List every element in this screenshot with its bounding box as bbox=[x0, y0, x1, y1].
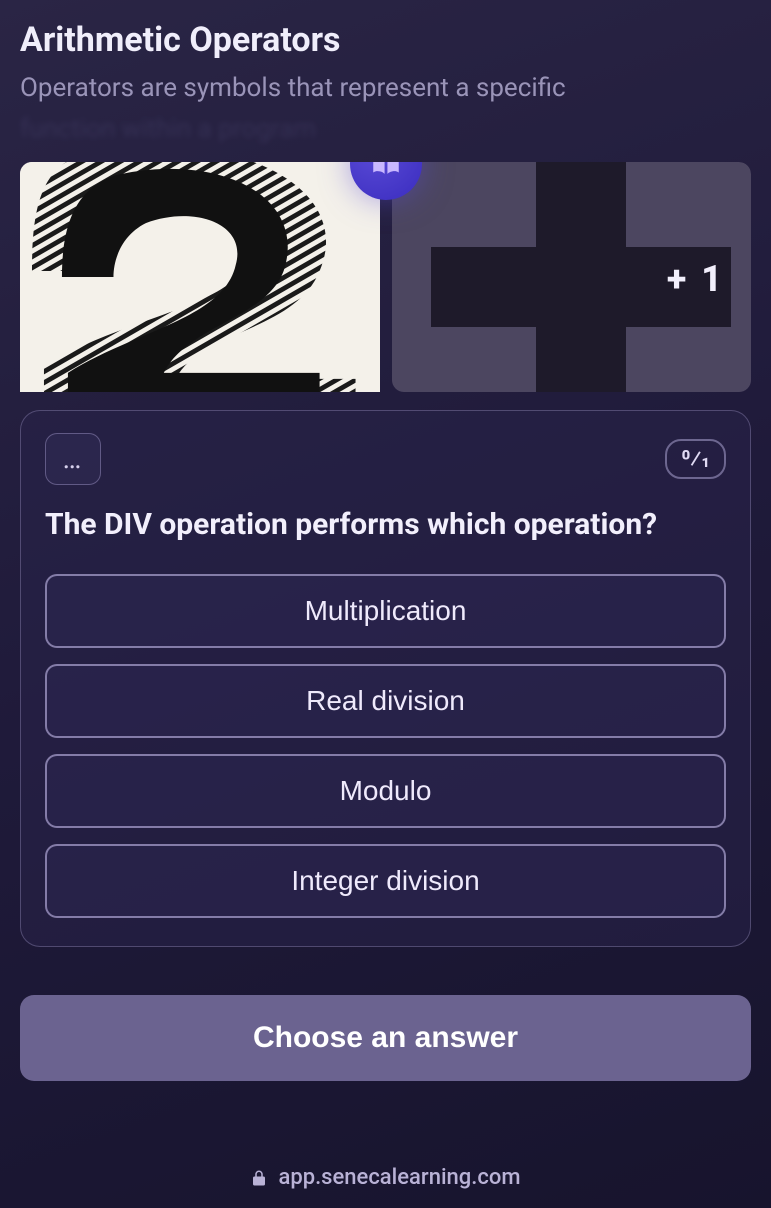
lesson-title: Arithmetic Operators bbox=[20, 20, 751, 60]
question-text: The DIV operation performs which operati… bbox=[45, 505, 726, 546]
plus-icon bbox=[441, 167, 701, 387]
answer-option[interactable]: Real division bbox=[45, 664, 726, 738]
lesson-subtitle: Operators are symbols that represent a s… bbox=[20, 70, 751, 106]
answer-option[interactable]: Modulo bbox=[45, 754, 726, 828]
hero-plus-card: + 1 bbox=[392, 162, 752, 392]
lock-icon bbox=[250, 1169, 268, 1187]
info-card: Arithmetic Operators Operators are symbo… bbox=[0, 0, 771, 392]
hero-two-graphic bbox=[20, 162, 380, 392]
hero-illustration: + 1 bbox=[20, 162, 751, 392]
lesson-subtitle-faded: function within a program bbox=[20, 114, 751, 144]
score-pill: 0/1 bbox=[665, 439, 726, 479]
answer-option[interactable]: Multiplication bbox=[45, 574, 726, 648]
browser-url-bar[interactable]: app.senecalearning.com bbox=[0, 1165, 771, 1190]
choose-answer-button[interactable]: Choose an answer bbox=[20, 995, 751, 1081]
more-button[interactable]: … bbox=[45, 433, 101, 485]
ellipsis-icon: … bbox=[63, 445, 84, 473]
question-card: … 0/1 The DIV operation performs which o… bbox=[20, 410, 751, 947]
question-top-row: … 0/1 bbox=[45, 433, 726, 485]
answer-options: Multiplication Real division Modulo Inte… bbox=[45, 574, 726, 918]
browser-url: app.senecalearning.com bbox=[278, 1165, 520, 1190]
book-icon bbox=[369, 162, 403, 181]
plus-label: + 1 bbox=[667, 258, 725, 300]
answer-option[interactable]: Integer division bbox=[45, 844, 726, 918]
